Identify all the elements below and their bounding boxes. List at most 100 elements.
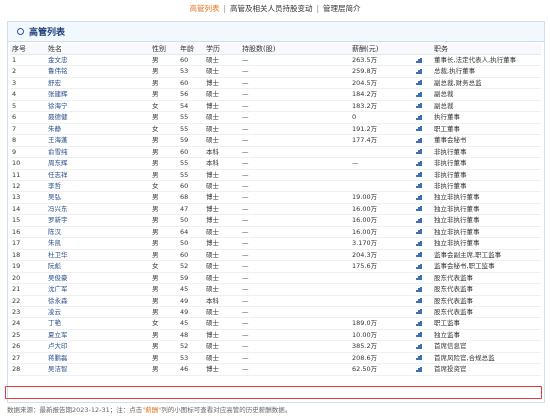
salary-chart-icon[interactable]: [416, 240, 422, 246]
cell-name[interactable]: 陈汉: [46, 226, 150, 239]
cell-shares: —: [240, 214, 350, 227]
cell-name[interactable]: 罗新宇: [46, 214, 150, 227]
cell-name[interactable]: 俞雪纯: [46, 146, 150, 159]
cell-gender: 男: [150, 237, 178, 250]
salary-chart-icon[interactable]: [416, 298, 422, 304]
cell-index: 10: [10, 157, 46, 170]
cell-name[interactable]: 吴俊豪: [46, 272, 150, 285]
cell-name[interactable]: 丁艳: [46, 317, 150, 330]
salary-chart-icon[interactable]: [416, 137, 422, 143]
salary-chart-icon[interactable]: [416, 320, 422, 326]
cell-education: 硕士: [204, 249, 240, 262]
salary-chart-icon[interactable]: [416, 183, 422, 189]
cell-salary: 175.6万: [350, 260, 432, 273]
salary-chart-icon[interactable]: [416, 68, 422, 74]
salary-chart-icon[interactable]: [416, 355, 422, 361]
cell-age: 55: [178, 157, 204, 170]
salary-chart-icon[interactable]: [416, 343, 422, 349]
cell-name[interactable]: 王海蓬: [46, 134, 150, 147]
salary-chart-icon[interactable]: [416, 126, 422, 132]
cell-name[interactable]: 任志祥: [46, 169, 150, 182]
salary-chart-icon[interactable]: [416, 194, 422, 200]
header-salary[interactable]: 薪酬(元): [350, 44, 432, 55]
cell-shares: —: [240, 180, 350, 193]
cell-age: 60: [178, 180, 204, 193]
salary-value: 208.6万: [352, 353, 378, 362]
cell-name[interactable]: 徐永森: [46, 295, 150, 307]
salary-chart-icon[interactable]: [416, 286, 422, 292]
cell-name[interactable]: 舒宏: [46, 77, 150, 90]
salary-value: 263.5万: [352, 56, 378, 64]
cell-education: 硕士: [204, 88, 240, 101]
cell-salary: 19.00万: [350, 191, 432, 204]
cell-education: 硕士: [204, 134, 240, 147]
salary-chart-icon[interactable]: [416, 160, 422, 166]
cell-name[interactable]: 吴洁智: [46, 363, 150, 376]
cell-age: 45: [178, 283, 204, 296]
salary-chart-icon[interactable]: [416, 366, 422, 372]
salary-chart-icon[interactable]: [416, 91, 422, 97]
salary-chart-icon[interactable]: [416, 309, 422, 315]
salary-chart-icon[interactable]: [416, 80, 422, 86]
cell-name[interactable]: 周东辉: [46, 157, 150, 170]
table-row: 23 凌云男 49 硕士 — 股东代表监事: [10, 306, 541, 319]
salary-chart-icon[interactable]: [416, 114, 422, 120]
cell-name[interactable]: 金文忠: [46, 54, 150, 67]
cell-gender: 男: [150, 157, 178, 170]
cell-name[interactable]: 冯兴东: [46, 203, 150, 216]
cell-shares: —: [240, 169, 350, 182]
cell-shares: —: [240, 306, 350, 319]
cell-education: 硕士: [204, 260, 240, 273]
tab-executive-list[interactable]: 高管列表: [189, 0, 219, 18]
cell-name[interactable]: 沈广军: [46, 283, 150, 296]
cell-position: 职工监事: [432, 317, 541, 330]
cell-age: 47: [178, 203, 204, 216]
salary-chart-icon[interactable]: [416, 172, 422, 178]
panel-header: 高管列表: [8, 22, 544, 42]
salary-chart-icon[interactable]: [416, 217, 422, 223]
salary-chart-icon[interactable]: [416, 332, 422, 338]
cell-education: 硕士: [204, 180, 240, 193]
salary-chart-icon[interactable]: [416, 229, 422, 235]
cell-name[interactable]: 聂德健: [46, 111, 150, 124]
cell-index: 28: [10, 363, 46, 376]
salary-value: 177.4万: [352, 136, 378, 145]
cell-index: 25: [10, 329, 46, 342]
cell-salary: [350, 180, 432, 193]
cell-name[interactable]: 朱静: [46, 123, 150, 136]
tab-holdings-change[interactable]: 高管及相关人员持股变动: [230, 0, 313, 18]
cell-name[interactable]: 朱凯: [46, 237, 150, 250]
cell-position: 股东代表监事: [432, 295, 541, 307]
cell-age: 49: [178, 295, 204, 307]
salary-chart-icon[interactable]: [416, 275, 422, 281]
cell-name[interactable]: 张建辉: [46, 88, 150, 101]
cell-salary: 177.4万: [350, 134, 432, 147]
salary-chart-icon[interactable]: [416, 103, 422, 109]
cell-gender: 男: [150, 146, 178, 159]
cell-position: 首席投资官: [432, 363, 541, 376]
salary-chart-icon[interactable]: [416, 57, 422, 63]
tab-management-profile[interactable]: 管理层简介: [323, 0, 361, 18]
footer-salary-link[interactable]: "薪酬": [142, 406, 161, 414]
cell-name[interactable]: 杜卫华: [46, 249, 150, 262]
cell-name[interactable]: 卢大印: [46, 340, 150, 353]
cell-name[interactable]: 徐海宁: [46, 100, 150, 113]
cell-name[interactable]: 蒋鹏磊: [46, 352, 150, 365]
cell-education: 硕士: [204, 340, 240, 353]
cell-name[interactable]: 吴弘: [46, 191, 150, 204]
cell-position: 非执行董事: [432, 157, 541, 170]
cell-name[interactable]: 夏立军: [46, 329, 150, 342]
cell-salary: 184.2万: [350, 88, 432, 101]
salary-chart-icon[interactable]: [416, 263, 422, 269]
salary-chart-icon[interactable]: [416, 206, 422, 212]
cell-name[interactable]: 鲁伟铭: [46, 65, 150, 78]
salary-chart-icon[interactable]: [416, 252, 422, 258]
cell-name[interactable]: 凌云: [46, 306, 150, 319]
salary-chart-icon[interactable]: [416, 149, 422, 155]
cell-name[interactable]: 李哲: [46, 180, 150, 193]
cell-name[interactable]: 阮彪: [46, 260, 150, 273]
cell-position: 股东代表监事: [432, 283, 541, 296]
table-row: 17 朱凯男 50 博士 —3.170万 独立非执行董事: [10, 237, 541, 250]
cell-shares: —: [240, 295, 350, 307]
cell-position: 非执行董事: [432, 146, 541, 159]
